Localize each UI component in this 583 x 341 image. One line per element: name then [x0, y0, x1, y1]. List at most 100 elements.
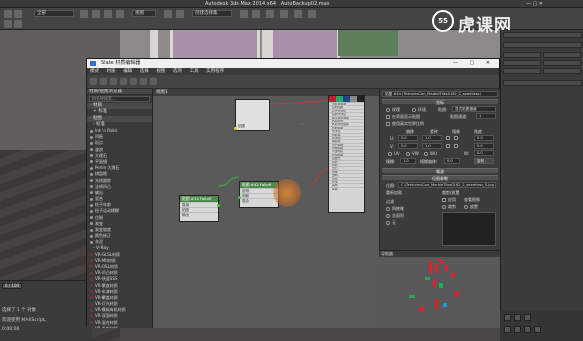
real-world-checkbox[interactable] — [386, 122, 390, 126]
environment-radio[interactable] — [412, 108, 416, 112]
pyramidal-radio[interactable] — [386, 207, 390, 211]
map-name-field[interactable]: 贴图 #44 (TexturesCon_MarbleTiles0162_2_se… — [382, 91, 498, 97]
zoom-all-icon[interactable] — [514, 314, 521, 321]
v-tiling-field[interactable]: 1.0 — [422, 143, 442, 149]
texture-radio[interactable] — [386, 108, 390, 112]
mirror-icon[interactable] — [240, 10, 248, 18]
menu-edit[interactable]: 编辑 — [120, 68, 135, 75]
menu-tools[interactable]: 工具 — [187, 68, 202, 75]
render-icon[interactable] — [308, 10, 316, 18]
v-angle-field[interactable]: 0.0 — [474, 143, 494, 149]
frame-counter[interactable]: 0 / 100 — [2, 283, 23, 289]
name-color-rollout[interactable] — [503, 80, 582, 86]
slate-window-controls[interactable]: — ▢ ✕ — [453, 59, 495, 68]
node-view[interactable]: 视图1 贴图 贴图 #34 Falloff 衰减 贴图 输出 贴图 #42 Fa… — [153, 89, 379, 328]
named-selection-dropdown[interactable]: 创建选择集 — [192, 10, 232, 17]
u-tiling-field[interactable]: 1.0 — [422, 135, 442, 141]
v-tile-checkbox[interactable] — [454, 144, 458, 148]
assign-material-icon[interactable] — [120, 78, 127, 85]
command-button[interactable] — [543, 68, 581, 74]
output-slot[interactable] — [234, 127, 237, 130]
crop-radio[interactable] — [442, 205, 446, 209]
orbit-icon[interactable] — [524, 326, 531, 333]
map-node-34[interactable]: 贴图 #34 Falloff 衰减 贴图 输出 — [179, 195, 220, 222]
selection-filter-dropdown[interactable]: 全部 — [34, 10, 74, 17]
browser-map-item[interactable]: 灰泥 — [87, 239, 152, 245]
render-setup-icon[interactable] — [294, 10, 302, 18]
pan-icon[interactable] — [514, 326, 521, 333]
modeling-icon[interactable] — [14, 20, 22, 28]
graphite-icon[interactable] — [4, 20, 12, 28]
menu-select[interactable]: 选择 — [137, 68, 152, 75]
uv-radio[interactable] — [388, 152, 392, 156]
select-tool-icon[interactable] — [90, 78, 97, 85]
zoom-icon[interactable] — [504, 314, 511, 321]
snap-icon[interactable] — [164, 10, 172, 18]
coordinates-rollout[interactable]: 坐标 — [382, 99, 498, 105]
maximize-viewport-icon[interactable] — [534, 326, 541, 333]
window-controls[interactable]: — ▢ ✕ — [526, 1, 543, 7]
noise-rollout[interactable]: 噪波 — [382, 168, 498, 174]
w-angle-field[interactable]: 0.0 — [474, 150, 494, 156]
command-button[interactable] — [503, 52, 541, 58]
vw-radio[interactable] — [406, 152, 410, 156]
channel-field[interactable]: 1 — [476, 113, 496, 119]
menu-utilities[interactable]: 实用程序 — [203, 68, 227, 75]
zoom-extents-icon[interactable] — [524, 314, 531, 321]
view-image-button[interactable]: 查看图像 — [464, 197, 480, 203]
put-to-scene-icon[interactable] — [110, 78, 117, 85]
menu-view[interactable]: 视图 — [153, 68, 168, 75]
material-editor-icon[interactable] — [280, 10, 288, 18]
select-icon[interactable] — [80, 10, 88, 18]
command-button[interactable] — [503, 68, 541, 74]
command-tab[interactable] — [503, 32, 582, 38]
command-button[interactable] — [543, 52, 581, 58]
layout-icon[interactable] — [150, 78, 157, 85]
menu-material[interactable]: 材质 — [104, 68, 119, 75]
show-map-icon[interactable] — [140, 78, 147, 85]
rotate-icon[interactable] — [104, 10, 112, 18]
pick-material-icon[interactable] — [100, 78, 107, 85]
u-offset-field[interactable]: 0.0 — [398, 135, 418, 141]
u-angle-field[interactable]: 0.0 — [474, 135, 494, 141]
u-tile-checkbox[interactable] — [454, 136, 458, 140]
output-slot[interactable] — [217, 204, 220, 207]
u-mirror-checkbox[interactable] — [446, 136, 450, 140]
browser-subsection-standard[interactable]: + 标准 — [87, 109, 152, 115]
layer-icon[interactable] — [266, 10, 274, 18]
bitmap-params-rollout[interactable]: 位图参数 — [382, 175, 498, 181]
none-radio[interactable] — [386, 221, 390, 225]
wu-radio[interactable] — [424, 152, 428, 156]
show-on-back-checkbox[interactable] — [386, 115, 390, 119]
material-slot-row[interactable]: 蒙版 — [329, 186, 364, 190]
angle-snap-icon[interactable] — [176, 10, 184, 18]
bitmap-path-button[interactable]: C:\Textures\Con_MarbleTiles0162_2_seamle… — [398, 182, 496, 188]
browser-vray-item[interactable]: VR-毛发材质 — [87, 326, 152, 328]
scale-icon[interactable] — [116, 10, 124, 18]
command-button[interactable] — [543, 60, 581, 66]
undo-icon[interactable] — [4, 10, 12, 18]
place-radio[interactable] — [464, 205, 468, 209]
blur-offset-field[interactable]: 0.0 — [444, 158, 460, 164]
command-button[interactable] — [503, 60, 541, 66]
align-icon[interactable] — [252, 10, 260, 18]
object-type-rollout[interactable] — [503, 42, 582, 48]
mapping-dropdown[interactable]: 显式贴图通道 — [452, 106, 496, 112]
bitmap-preview-node[interactable]: 贴图 — [234, 99, 270, 131]
menu-mode[interactable]: 模式 — [87, 68, 102, 75]
input-slot[interactable] — [238, 196, 241, 199]
v-mirror-checkbox[interactable] — [446, 144, 450, 148]
browser-search-input[interactable]: 按名称搜索... — [89, 96, 150, 102]
delete-icon[interactable] — [130, 78, 137, 85]
v-offset-field[interactable]: 0.0 — [398, 143, 418, 149]
coordinate-dropdown[interactable]: 视图 — [132, 10, 156, 17]
redo-icon[interactable] — [14, 10, 22, 18]
apply-checkbox[interactable] — [442, 198, 446, 202]
reload-button[interactable]: 重新加载 — [386, 190, 402, 196]
blur-field[interactable]: 1.0 — [400, 158, 416, 164]
fov-icon[interactable] — [504, 326, 511, 333]
vray-material-node[interactable]: 漫反射贴图 反射贴图 高光光泽度 反射光泽度 菲涅耳折射率 各向异性 各向异性旋转 折射贴图光… — [328, 95, 365, 213]
rotate-button[interactable]: 旋转 — [474, 158, 494, 164]
summed-area-radio[interactable] — [386, 214, 390, 218]
move-icon[interactable] — [92, 10, 100, 18]
